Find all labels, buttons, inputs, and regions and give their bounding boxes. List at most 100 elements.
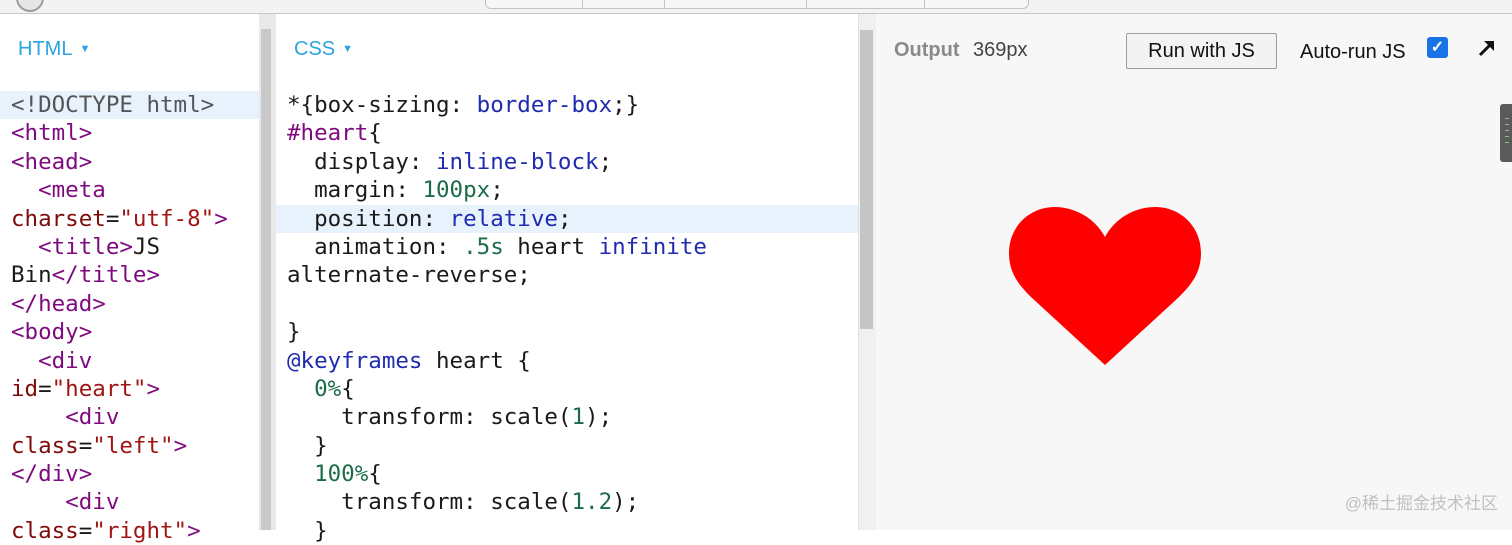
- code-token: {: [368, 120, 382, 147]
- code-token: #heart: [287, 120, 369, 147]
- code-line[interactable]: transform: scale(1);: [276, 403, 858, 431]
- output-width-readout: 369px: [973, 39, 1028, 61]
- html-panel-label[interactable]: HTML ▼: [18, 38, 90, 61]
- chevron-down-icon[interactable]: ▼: [79, 43, 90, 55]
- code-token: relative: [449, 205, 558, 232]
- css-scrollbar-track[interactable]: [858, 14, 876, 530]
- heart-shape: [1009, 207, 1201, 365]
- code-token: 100px: [422, 177, 491, 204]
- panel-divider[interactable]: [259, 14, 276, 530]
- code-token: </div>: [11, 461, 93, 488]
- code-line[interactable]: *{box-sizing: border-box;}: [276, 91, 858, 119]
- code-line[interactable]: display: inline-block;: [276, 148, 858, 176]
- code-token: animation:: [287, 233, 464, 260]
- code-line[interactable]: <div: [0, 403, 259, 431]
- code-line[interactable]: }: [276, 318, 858, 346]
- code-line[interactable]: margin: 100px;: [276, 176, 858, 204]
- html-editor-panel[interactable]: HTML ▼ <!DOCTYPE html> <html> <head> <meta c…: [0, 14, 259, 544]
- code-token: 0%: [314, 375, 342, 402]
- code-token: }: [287, 432, 328, 459]
- side-handle[interactable]: [1500, 104, 1512, 162]
- code-token: =: [38, 375, 52, 402]
- code-token: <html>: [11, 120, 93, 147]
- code-token: <div: [65, 404, 120, 431]
- code-line[interactable]: }: [276, 432, 858, 460]
- code-token: "right": [92, 517, 188, 544]
- code-line[interactable]: id="heart">: [0, 375, 259, 403]
- code-line[interactable]: <div: [0, 488, 259, 516]
- code-token: inline-block: [436, 148, 599, 175]
- code-line[interactable]: Bin</title>: [0, 261, 259, 289]
- code-token: "left": [92, 432, 174, 459]
- code-token: >: [146, 375, 161, 402]
- run-with-js-button[interactable]: Run with JS: [1126, 33, 1277, 69]
- code-token: .5s: [463, 233, 504, 260]
- code-line[interactable]: <meta: [0, 176, 259, 204]
- code-line[interactable]: [276, 290, 858, 318]
- code-line[interactable]: <div: [0, 347, 259, 375]
- code-line[interactable]: <title>JS: [0, 233, 259, 261]
- code-token: {: [341, 375, 355, 402]
- css-code-editor[interactable]: *{box-sizing: border-box;} #heart{ displa…: [276, 91, 858, 545]
- code-line[interactable]: transform: scale(1.2);: [276, 488, 858, 516]
- code-token: heart: [503, 233, 599, 260]
- code-token: =: [78, 432, 93, 459]
- code-line[interactable]: position: relative;: [276, 204, 858, 233]
- panel-toggle-tabs[interactable]: [485, 0, 1029, 9]
- code-line[interactable]: <html>: [0, 119, 259, 147]
- code-token: border-box: [476, 92, 613, 118]
- code-line[interactable]: animation: .5s heart infinite: [276, 233, 858, 261]
- code-line[interactable]: class="left">: [0, 432, 259, 460]
- code-line[interactable]: <head>: [0, 148, 259, 176]
- html-code-editor[interactable]: <!DOCTYPE html> <html> <head> <meta charset…: [0, 91, 259, 545]
- code-line[interactable]: #heart{: [276, 119, 858, 147]
- code-line[interactable]: charset="utf-8">: [0, 205, 259, 233]
- scrollbar-thumb[interactable]: [860, 30, 873, 329]
- auto-run-checkbox[interactable]: ✓: [1427, 37, 1448, 58]
- auto-run-label: Auto-run JS: [1300, 41, 1406, 63]
- code-line[interactable]: </head>: [0, 290, 259, 318]
- code-line[interactable]: 100%{: [276, 460, 858, 488]
- code-token: margin:: [287, 177, 423, 204]
- code-token: "utf-8": [119, 205, 215, 232]
- code-token: charset: [11, 205, 106, 232]
- output-title: Output: [894, 39, 960, 61]
- code-token: display:: [287, 148, 437, 175]
- code-token: <head>: [11, 148, 93, 175]
- code-token: 1.2: [571, 489, 613, 516]
- code-line[interactable]: </div>: [0, 460, 259, 488]
- scrollbar[interactable]: [261, 29, 271, 530]
- css-editor-panel[interactable]: CSS ▼ *{box-sizing: border-box;} #heart{ d…: [276, 14, 858, 544]
- output-panel: Output 369px Run with JS Auto-run JS ✓ @…: [876, 14, 1512, 530]
- code-token: {: [368, 461, 382, 488]
- code-line[interactable]: @keyframes heart {: [276, 347, 858, 375]
- code-line[interactable]: }: [276, 517, 858, 545]
- expand-arrow-icon[interactable]: [1476, 37, 1498, 59]
- code-token: JS: [132, 233, 161, 260]
- code-line[interactable]: 0%{: [276, 375, 858, 403]
- code-line[interactable]: alternate-reverse;: [276, 261, 858, 289]
- code-token: =: [105, 205, 120, 232]
- code-token: <meta: [38, 177, 106, 204]
- css-panel-label[interactable]: CSS ▼: [294, 38, 353, 61]
- code-token: *{box-sizing:: [287, 92, 477, 118]
- code-token: Bin: [11, 262, 52, 289]
- code-token: =: [78, 517, 93, 544]
- code-token: infinite: [598, 233, 707, 260]
- code-token: }: [287, 517, 328, 544]
- code-token: <body>: [11, 319, 93, 346]
- chevron-down-icon[interactable]: ▼: [342, 43, 353, 55]
- code-line[interactable]: <!DOCTYPE html>: [0, 91, 259, 120]
- code-line[interactable]: class="right">: [0, 517, 259, 545]
- code-token: ;: [490, 177, 504, 204]
- code-token: transform: scale(: [287, 489, 572, 516]
- watermark: @稀土掘金技术社区: [1344, 494, 1498, 513]
- code-token: ;: [598, 148, 613, 175]
- code-token: class: [11, 517, 79, 544]
- code-token: );: [612, 489, 640, 516]
- code-line[interactable]: <body>: [0, 318, 259, 346]
